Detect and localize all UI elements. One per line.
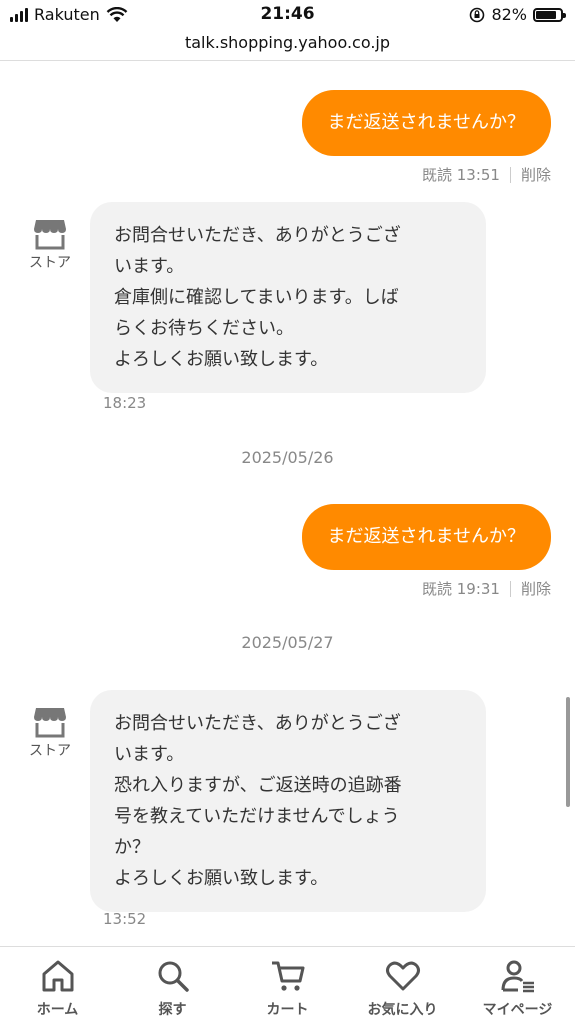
- scrollbar[interactable]: [566, 697, 570, 807]
- store-label: ストア: [29, 255, 71, 271]
- message-time: 18:23: [103, 394, 147, 412]
- nav-search[interactable]: 探す: [115, 947, 230, 1025]
- battery-group: 82%: [469, 5, 566, 24]
- outgoing-message: まだ返送されませんか？: [301, 504, 551, 570]
- nav-mypage[interactable]: マイページ: [460, 947, 575, 1025]
- rotation-lock-icon: [470, 7, 485, 22]
- incoming-message: お問合せいただき、ありがとうござ います。 倉庫側に確認してまいります。しば ら…: [90, 202, 486, 393]
- incoming-message: お問合せいただき、ありがとうござ います。 恐れ入りますが、ご返送時の追跡番 号…: [90, 690, 486, 912]
- heart-icon: [385, 961, 420, 991]
- url-bar[interactable]: talk.shopping.yahoo.co.jp: [0, 30, 575, 61]
- battery-percent: 82%: [491, 5, 527, 24]
- bottom-nav: ホーム 探す カート お気に入り マイページ: [0, 946, 575, 1025]
- battery-icon: [533, 7, 566, 22]
- store-avatar: ストア: [22, 218, 78, 272]
- chat-thread: まだ返送されませんか？ 既読 13:51 削除 ストア お問合せいただき、ありが…: [0, 61, 575, 945]
- store-icon: [34, 220, 66, 250]
- read-receipt: 既読 13:51: [421, 166, 500, 184]
- store-avatar: ストア: [22, 706, 78, 760]
- nav-home[interactable]: ホーム: [0, 947, 115, 1025]
- message-meta: 既読 19:31 削除: [422, 578, 551, 599]
- nav-label: カート: [266, 1002, 309, 1018]
- divider: [509, 166, 511, 183]
- nav-label: お気に入り: [367, 1002, 438, 1018]
- cart-icon: [271, 961, 304, 991]
- nav-label: ホーム: [36, 1002, 79, 1018]
- store-label: ストア: [29, 743, 71, 759]
- user-icon: [501, 960, 534, 993]
- date-separator: 2025/05/27: [241, 633, 334, 652]
- delete-link[interactable]: 削除: [521, 164, 551, 185]
- status-bar: Rakuten 21:46 82%: [0, 0, 575, 30]
- delete-link[interactable]: 削除: [521, 578, 551, 599]
- outgoing-message: まだ返送されませんか？: [301, 90, 551, 156]
- store-icon: [34, 708, 66, 738]
- nav-label: マイページ: [482, 1002, 553, 1018]
- nav-label: 探す: [158, 1002, 187, 1018]
- nav-favorites[interactable]: お気に入り: [345, 947, 460, 1025]
- message-time: 13:52: [103, 910, 147, 928]
- home-icon: [42, 960, 73, 992]
- message-meta: 既読 13:51 削除: [422, 164, 551, 185]
- date-separator: 2025/05/26: [241, 448, 334, 467]
- read-receipt: 既読 19:31: [421, 580, 500, 598]
- nav-cart[interactable]: カート: [230, 947, 345, 1025]
- divider: [509, 580, 511, 597]
- search-icon: [158, 961, 189, 992]
